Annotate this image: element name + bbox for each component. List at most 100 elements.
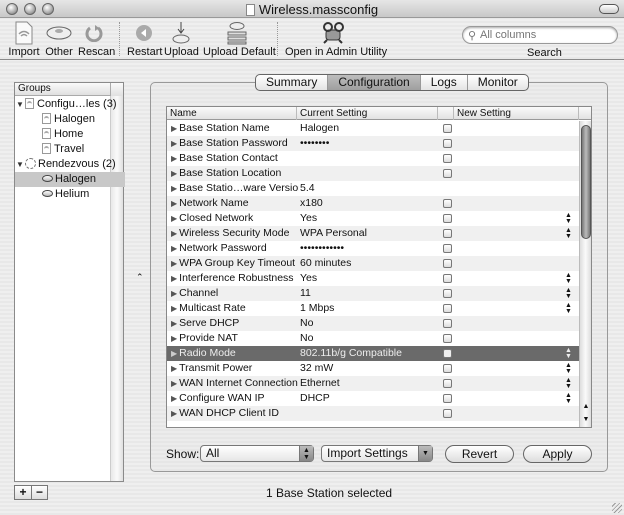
table-row[interactable]: ▶ Multicast Rate 1 Mbps ▲ ▼ xyxy=(167,301,579,316)
disclosure-triangle-icon[interactable]: ▶ xyxy=(171,169,177,178)
tab-configuration[interactable]: Configuration xyxy=(328,75,421,90)
disclosure-triangle-expanded-icon[interactable]: ▼ xyxy=(15,97,25,112)
new-setting-popup-arrows-icon[interactable]: ▲ ▼ xyxy=(565,271,572,285)
group-item-travel[interactable]: Travel xyxy=(15,142,111,157)
column-header-new-setting[interactable]: New Setting xyxy=(454,107,579,120)
new-setting-popup-arrows-icon[interactable]: ▲ ▼ xyxy=(565,376,572,390)
revert-button[interactable]: Revert xyxy=(445,445,514,463)
new-setting-popup-arrows-icon[interactable]: ▲ ▼ xyxy=(565,391,572,405)
table-row[interactable]: ▶ Base Station Password •••••••• xyxy=(167,136,579,151)
group-item-halogen-config[interactable]: Halogen xyxy=(15,112,111,127)
disclosure-triangle-icon[interactable]: ▶ xyxy=(171,334,177,343)
apply-setting-checkbox[interactable] xyxy=(443,364,452,373)
search-input[interactable] xyxy=(480,28,612,42)
table-row[interactable]: ▶ Radio Mode 802.11b/g Compatible ▲ ▼ xyxy=(167,346,579,361)
open-admin-utility-button[interactable]: Open in Admin Utility xyxy=(285,20,387,58)
apply-setting-checkbox[interactable] xyxy=(443,214,452,223)
column-header-current-setting[interactable]: Current Setting xyxy=(297,107,438,120)
tab-monitor[interactable]: Monitor xyxy=(468,75,528,90)
table-scrollbar[interactable]: ▲ ▼ xyxy=(579,121,591,427)
apply-setting-checkbox[interactable] xyxy=(443,244,452,253)
scroll-down-arrow-icon[interactable]: ▼ xyxy=(581,414,591,426)
table-row[interactable]: ▶ Base Station Location xyxy=(167,166,579,181)
apply-setting-checkbox[interactable] xyxy=(443,334,452,343)
table-row[interactable]: ▶ Base Station Contact xyxy=(167,151,579,166)
table-row[interactable]: ▶ Transmit Power 32 mW ▲ ▼ xyxy=(167,361,579,376)
new-setting-popup-arrows-icon[interactable]: ▲ ▼ xyxy=(565,301,572,315)
column-header-name[interactable]: Name xyxy=(167,107,297,120)
apply-setting-checkbox[interactable] xyxy=(443,349,452,358)
restart-button[interactable]: Restart xyxy=(127,20,162,58)
disclosure-triangle-icon[interactable]: ▶ xyxy=(171,274,177,283)
table-row[interactable]: ▶ Network Name x180 xyxy=(167,196,579,211)
import-settings-popup[interactable]: Import Settings ▼ xyxy=(321,445,433,462)
new-setting-popup-arrows-icon[interactable]: ▲ ▼ xyxy=(565,286,572,300)
disclosure-triangle-icon[interactable]: ▶ xyxy=(171,214,177,223)
group-item-halogen-station[interactable]: Halogen xyxy=(15,172,125,187)
table-row[interactable]: ▶ Base Statio…ware Version 5.4 xyxy=(167,181,579,196)
group-item-helium[interactable]: Helium xyxy=(15,187,111,202)
disclosure-triangle-icon[interactable]: ▶ xyxy=(171,289,177,298)
disclosure-triangle-icon[interactable]: ▶ xyxy=(171,364,177,373)
disclosure-triangle-icon[interactable]: ▶ xyxy=(171,244,177,253)
table-row[interactable]: ▶ Interference Robustness Yes ▲ ▼ xyxy=(167,271,579,286)
disclosure-triangle-icon[interactable]: ▶ xyxy=(171,139,177,148)
table-row[interactable]: ▶ WPA Group Key Timeout 60 minutes xyxy=(167,256,579,271)
disclosure-triangle-icon[interactable]: ▶ xyxy=(171,394,177,403)
table-row[interactable]: ▶ Serve DHCP No xyxy=(167,316,579,331)
apply-setting-checkbox[interactable] xyxy=(443,124,452,133)
table-row[interactable]: ▶ Wireless Security Mode WPA Personal ▲ ▼ xyxy=(167,226,579,241)
group-configurations[interactable]: ▼ Configu…les (3) xyxy=(15,97,116,112)
apply-setting-checkbox[interactable] xyxy=(443,304,452,313)
apply-button[interactable]: Apply xyxy=(523,445,592,463)
disclosure-triangle-icon[interactable]: ▶ xyxy=(171,229,177,238)
apply-setting-checkbox[interactable] xyxy=(443,379,452,388)
disclosure-triangle-icon[interactable]: ▶ xyxy=(171,409,177,418)
table-row[interactable]: ▶ Provide NAT No xyxy=(167,331,579,346)
split-view-divider[interactable]: ⌃ xyxy=(127,82,149,482)
groups-list[interactable]: Groups ▼ Configu…les (3) Halogen Home Tra… xyxy=(14,82,125,482)
table-row[interactable]: ▶ Channel 11 ▲ ▼ xyxy=(167,286,579,301)
apply-setting-checkbox[interactable] xyxy=(443,409,452,418)
new-setting-popup-arrows-icon[interactable]: ▲ ▼ xyxy=(565,346,572,360)
disclosure-triangle-icon[interactable]: ▶ xyxy=(171,154,177,163)
disclosure-triangle-icon[interactable]: ▶ xyxy=(171,199,177,208)
table-row[interactable]: ▶ Configure WAN IP DHCP ▲ ▼ xyxy=(167,391,579,406)
disclosure-triangle-icon[interactable]: ▶ xyxy=(171,259,177,268)
new-setting-popup-arrows-icon[interactable]: ▲ ▼ xyxy=(565,361,572,375)
disclosure-triangle-icon[interactable]: ▶ xyxy=(171,349,177,358)
apply-setting-checkbox[interactable] xyxy=(443,319,452,328)
group-item-home[interactable]: Home xyxy=(15,127,111,142)
table-row[interactable]: ▶ WAN DHCP Client ID xyxy=(167,406,579,421)
disclosure-triangle-icon[interactable]: ▶ xyxy=(171,379,177,388)
table-row[interactable]: ▶ WAN Internet Connection Ethernet ▲ ▼ xyxy=(167,376,579,391)
add-group-button[interactable]: + xyxy=(15,486,31,499)
apply-setting-checkbox[interactable] xyxy=(443,169,452,178)
disclosure-triangle-expanded-icon[interactable]: ▼ xyxy=(15,157,25,172)
upload-button[interactable]: Upload xyxy=(164,20,199,58)
scrollbar-thumb[interactable] xyxy=(581,125,591,239)
apply-setting-checkbox[interactable] xyxy=(443,394,452,403)
table-row[interactable]: ▶ Base Station Name Halogen xyxy=(167,121,579,136)
new-setting-popup-arrows-icon[interactable]: ▲ ▼ xyxy=(565,226,572,240)
disclosure-triangle-icon[interactable]: ▶ xyxy=(171,319,177,328)
remove-group-button[interactable]: − xyxy=(30,486,47,499)
column-header-checkbox[interactable] xyxy=(438,107,454,120)
new-setting-popup-arrows-icon[interactable]: ▲ ▼ xyxy=(565,211,572,225)
groups-scrollbar[interactable] xyxy=(110,96,123,481)
disclosure-triangle-icon[interactable]: ▶ xyxy=(171,304,177,313)
splitter-grip-icon[interactable]: ⌃ xyxy=(136,272,144,283)
table-row[interactable]: ▶ Closed Network Yes ▲ ▼ xyxy=(167,211,579,226)
tab-summary[interactable]: Summary xyxy=(256,75,329,90)
apply-setting-checkbox[interactable] xyxy=(443,274,452,283)
show-filter-popup[interactable]: All ▲ ▼ xyxy=(200,445,314,462)
disclosure-triangle-icon[interactable]: ▶ xyxy=(171,124,177,133)
other-button[interactable]: Other xyxy=(44,20,74,58)
import-button[interactable]: Import xyxy=(8,20,40,58)
group-rendezvous[interactable]: ▼ Rendezvous (2) xyxy=(15,157,116,172)
apply-setting-checkbox[interactable] xyxy=(443,139,452,148)
toolbar-toggle-button[interactable] xyxy=(599,4,619,14)
apply-setting-checkbox[interactable] xyxy=(443,289,452,298)
tab-logs[interactable]: Logs xyxy=(421,75,468,90)
apply-setting-checkbox[interactable] xyxy=(443,259,452,268)
